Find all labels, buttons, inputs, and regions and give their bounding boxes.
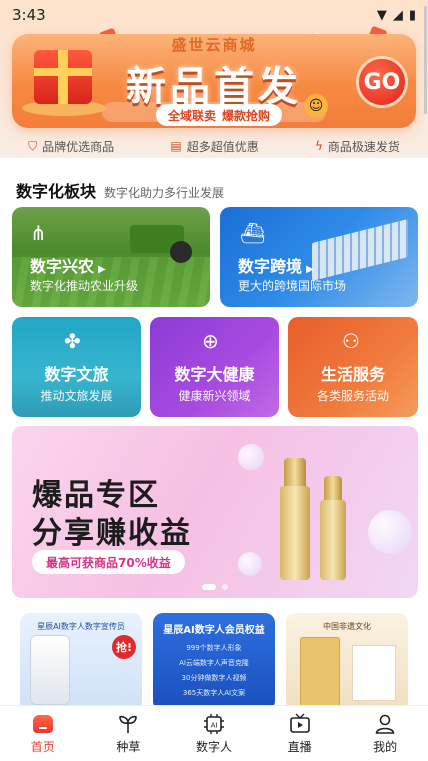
promo-banner[interactable]: 爆品专区 分享赚收益 最高可获商品70%收益 <box>12 426 418 598</box>
status-bar: 3:43 ▼ ◢ ▮ <box>0 0 428 30</box>
arrow-right-icon: ▶ <box>98 264 106 275</box>
wifi-icon: ▼ <box>376 7 387 23</box>
product-card[interactable]: 中国非遗文化 <box>286 613 408 711</box>
bubble-decoration <box>238 552 262 576</box>
tab-mine[interactable]: 我的 <box>342 706 428 761</box>
carousel-dot[interactable] <box>222 584 228 590</box>
card-health[interactable]: ⊕ 数字大健康 健康新兴领域 <box>150 317 279 417</box>
product-title: 中国非遗文化 <box>323 622 371 631</box>
arrow-right-icon: ▶ <box>306 264 314 275</box>
carousel-dot[interactable] <box>202 584 216 590</box>
card-desc: 数字化推动农业升级 <box>30 279 139 293</box>
medical-plus-icon: ⊕ <box>202 329 219 353</box>
perks-row: ⛉ 品牌优选商品 ▤ 超多超值优惠 ϟ 商品极速发货 <box>0 134 428 158</box>
ship-icon: ⛴ <box>240 221 266 245</box>
scrollbar[interactable] <box>424 6 427 114</box>
smile-emoji-icon: ☺ <box>304 94 328 118</box>
carousel-indicator <box>202 584 228 590</box>
person-icon <box>374 713 396 735</box>
bottom-tab-bar: 首页 种草 AI 数字人 直播 我的 <box>0 705 428 761</box>
app-screen: 3:43 ▼ ◢ ▮ 盛世云商城 新品首发 全域联卖 爆款抢购 ☺ GO ⛉ 品… <box>0 0 428 761</box>
perk-label: 品牌优选商品 <box>42 139 115 154</box>
ticket-icon: ▤ <box>170 139 182 153</box>
svg-text:AI: AI <box>211 721 218 729</box>
card-digital-agriculture[interactable]: ⋔ 数字兴农 ▶ 数字化推动农业升级 <box>12 207 210 307</box>
status-icons: ▼ ◢ ▮ <box>377 8 416 23</box>
perk-item: ▤ 超多超值优惠 <box>170 138 258 155</box>
hero-slogan-pill: 全域联卖 爆款抢购 <box>156 104 282 126</box>
people-icon: ⚇ <box>342 329 360 353</box>
feature-line: 365天数字人AI文案 <box>182 689 246 697</box>
tab-label: 数字人 <box>195 739 232 754</box>
product-title: 星辰AI数字人会员权益 <box>163 625 265 636</box>
bottle-cap-image <box>324 476 342 502</box>
product-title: 星辰AI数字人数字宣传员 <box>37 622 125 631</box>
card-title: 数字大健康 <box>174 365 255 384</box>
card-life-services[interactable]: ⚇ 生活服务 各类服务活动 <box>288 317 418 417</box>
card-title: 数字兴农 ▶ <box>30 253 106 277</box>
card-desc: 各类服务活动 <box>316 389 389 403</box>
card-title: 数字文旅 <box>44 365 109 384</box>
home-icon <box>32 713 54 735</box>
section-subtitle: 数字化助力多行业发展 <box>104 186 225 200</box>
status-time: 3:43 <box>12 6 46 24</box>
ai-chip-icon: AI <box>203 713 225 735</box>
pill-left-text: 全域联卖 <box>167 108 216 123</box>
serum-bottle-image <box>280 486 310 580</box>
pinwheel-icon: ✤ <box>64 329 81 353</box>
card-title: 生活服务 <box>320 365 385 384</box>
product-features: 999个数字人形象 AI云端数字人声音克隆 30分钟做数字人视频 365天数字人… <box>153 643 275 703</box>
gift-box-image <box>300 637 340 707</box>
lightning-icon: ϟ <box>314 139 323 153</box>
sprout-icon: ⋔ <box>30 221 47 245</box>
section-title: 数字化板块 <box>16 182 97 201</box>
tab-label: 我的 <box>373 739 398 754</box>
tab-live[interactable]: 直播 <box>257 706 343 761</box>
perk-label: 超多超值优惠 <box>186 139 259 154</box>
tab-label: 种草 <box>116 739 141 754</box>
section-header: 数字化板块 数字化助力多行业发展 <box>16 178 224 202</box>
card-culture-tourism[interactable]: ✤ 数字文旅 推动文旅发展 <box>12 317 141 417</box>
bubble-decoration <box>368 510 412 554</box>
hero-subtitle: 盛世云商城 <box>171 36 257 54</box>
go-button[interactable]: GO <box>356 56 408 108</box>
sprout-icon <box>117 713 139 735</box>
card-title-text: 数字跨境 <box>238 257 303 276</box>
pill-right-text: 爆款抢购 <box>222 108 271 123</box>
bubble-decoration <box>238 444 264 470</box>
digital-section: 数字化板块 数字化助力多行业发展 ⋔ 数字兴农 ▶ 数字化推动农业升级 ⛴ 数字跨… <box>0 158 428 761</box>
signal-icon: ◢ <box>392 7 403 23</box>
bottle-cap-image <box>284 458 306 488</box>
card-desc: 更大的跨境国际市场 <box>238 279 347 293</box>
tab-label: 直播 <box>287 739 312 754</box>
tab-seed[interactable]: 种草 <box>86 706 172 761</box>
product-card[interactable]: 星辰AI数字人会员权益 999个数字人形象 AI云端数字人声音克隆 30分钟做数… <box>153 613 275 711</box>
card-desc: 健康新兴领域 <box>178 389 251 403</box>
tab-home[interactable]: 首页 <box>0 706 86 761</box>
shield-icon: ⛉ <box>28 138 38 153</box>
battery-icon: ▮ <box>408 7 416 23</box>
card-cross-border[interactable]: ⛴ 数字跨境 ▶ 更大的跨境国际市场 <box>220 207 418 307</box>
product-card-image <box>352 645 396 701</box>
device-image <box>30 635 70 705</box>
product-card[interactable]: 星辰AI数字人数字宣传员 抢! <box>20 613 142 711</box>
card-title-text: 数字兴农 <box>30 257 95 276</box>
perk-item: ⛉ 品牌优选商品 <box>28 138 114 155</box>
perk-item: ϟ 商品极速发货 <box>315 138 400 155</box>
promo-title-line2: 分享赚收益 <box>32 516 192 551</box>
feature-line: AI云端数字人声音克隆 <box>179 659 249 667</box>
feature-line: 30分钟做数字人视频 <box>181 674 247 682</box>
promo-subtitle: 最高可获商品70%收益 <box>32 550 185 574</box>
feature-line: 999个数字人形象 <box>186 644 242 652</box>
serum-bottle-image <box>320 500 346 580</box>
tractor-image <box>130 225 192 263</box>
card-desc: 推动文旅发展 <box>40 389 113 403</box>
tab-digital-human[interactable]: AI 数字人 <box>171 706 257 761</box>
cargo-ship-image <box>312 219 408 281</box>
tab-label: 首页 <box>30 739 55 754</box>
grab-badge: 抢! <box>112 635 136 659</box>
card-title: 数字跨境 ▶ <box>238 253 314 277</box>
perk-label: 商品极速发货 <box>327 139 400 154</box>
tv-play-icon <box>289 713 311 735</box>
